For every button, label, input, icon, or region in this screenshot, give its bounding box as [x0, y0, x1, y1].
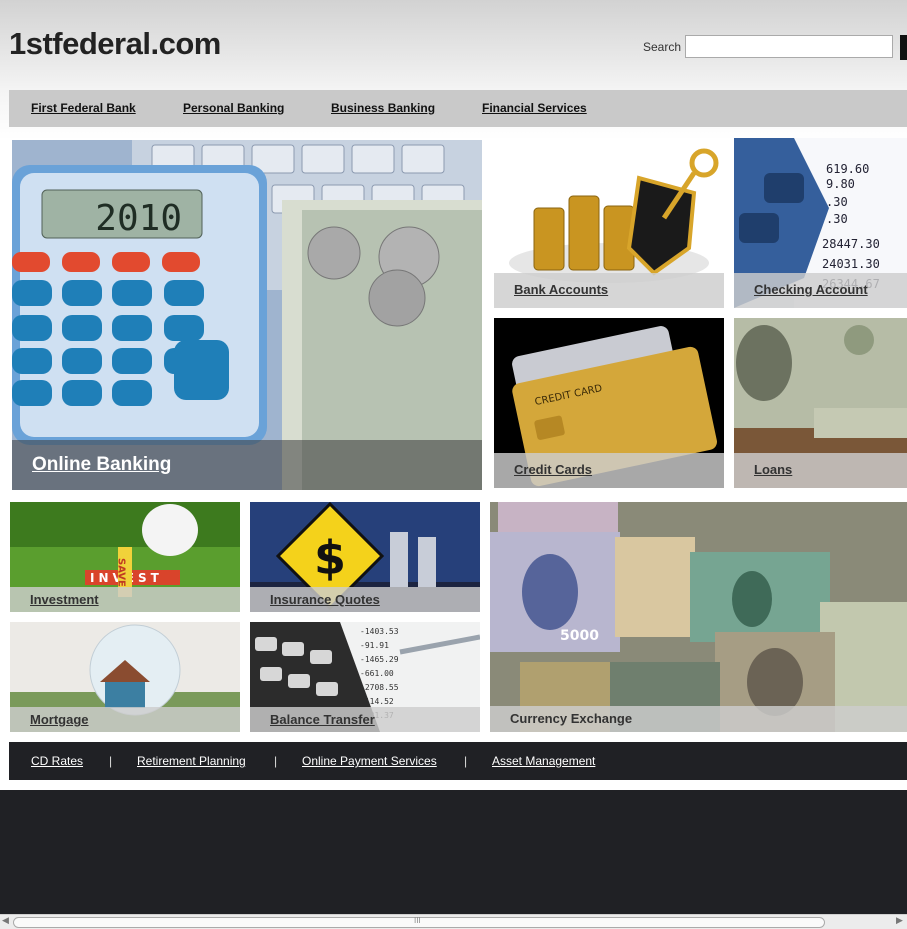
calculator-display-text: 2010	[95, 198, 182, 239]
insurance-quotes-link[interactable]: Insurance Quotes	[270, 592, 380, 607]
footer-links-bar: CD Rates | Retirement Planning | Online …	[9, 742, 907, 780]
nav-personal-banking[interactable]: Personal Banking	[183, 101, 284, 115]
svg-text:-91.91: -91.91	[360, 641, 389, 650]
balance-transfer-link[interactable]: Balance Transfer	[270, 712, 375, 727]
search-input[interactable]	[685, 35, 893, 58]
svg-text:619.60: 619.60	[826, 162, 869, 176]
footer-link-retirement-planning[interactable]: Retirement Planning	[137, 754, 246, 768]
loans-link[interactable]: Loans	[754, 462, 792, 477]
nav-business-banking[interactable]: Business Banking	[331, 101, 435, 115]
tile-insurance-quotes[interactable]: $ Insurance Quotes	[250, 502, 480, 612]
svg-text:$: $	[314, 531, 346, 585]
nav-first-federal-bank[interactable]: First Federal Bank	[31, 101, 136, 115]
scroll-right-icon[interactable]: ▶	[896, 915, 903, 926]
footer-link-cd-rates[interactable]: CD Rates	[31, 754, 83, 768]
footer-separator: |	[274, 754, 278, 768]
main-navigation: First Federal Bank Personal Banking Busi…	[9, 90, 907, 127]
tile-caption: Insurance Quotes	[250, 587, 480, 612]
svg-text:-1465.29: -1465.29	[360, 655, 399, 664]
search-label: Search	[643, 40, 682, 54]
checking-account-link[interactable]: Checking Account	[754, 282, 868, 297]
calculator-money-image: 2010	[12, 140, 482, 490]
scrollbar-thumb[interactable]: III	[13, 916, 825, 928]
investment-link[interactable]: Investment	[30, 592, 99, 607]
page-footer	[0, 790, 907, 914]
world-currency-image: 5000	[490, 502, 907, 732]
mortgage-link[interactable]: Mortgage	[30, 712, 89, 727]
currency-exchange-label: Currency Exchange	[510, 711, 633, 726]
svg-text:.30: .30	[826, 195, 848, 209]
nav-financial-services[interactable]: Financial Services	[482, 101, 587, 115]
horizontal-scrollbar[interactable]: ◀ III ▶	[0, 914, 907, 929]
bank-accounts-link[interactable]: Bank Accounts	[514, 282, 608, 297]
tile-currency-exchange[interactable]: 5000 Currency Exchange	[490, 502, 907, 732]
tile-online-banking[interactable]: 2010 Online Banking	[12, 140, 482, 490]
tile-bank-accounts[interactable]: Bank Accounts	[494, 138, 724, 308]
tile-balance-transfer[interactable]: -1403.53 -91.91 -1465.29 -661.00 -2708.5…	[250, 622, 480, 732]
footer-separator: |	[109, 754, 113, 768]
tile-caption: Mortgage	[10, 707, 240, 732]
footer-link-online-payment-services[interactable]: Online Payment Services	[302, 754, 437, 768]
svg-text:-2708.55: -2708.55	[360, 683, 399, 692]
svg-text:-661.00: -661.00	[360, 669, 394, 678]
credit-cards-link[interactable]: Credit Cards	[514, 462, 592, 477]
tile-mortgage[interactable]: Mortgage	[10, 622, 240, 732]
tile-caption: Bank Accounts	[494, 273, 724, 308]
svg-text:.30: .30	[826, 212, 848, 226]
tile-caption: Loans	[734, 453, 907, 488]
tile-caption: Investment	[10, 587, 240, 612]
svg-text:24031.30: 24031.30	[822, 257, 880, 271]
tile-caption: Credit Cards	[494, 453, 724, 488]
tile-loans[interactable]: Loans	[734, 318, 907, 488]
tile-caption: Online Banking	[12, 440, 482, 490]
scrollbar-grip: III	[414, 916, 421, 925]
save-blocks-text: SAVE	[116, 558, 127, 587]
tile-caption: Balance Transfer	[250, 707, 480, 732]
svg-text:9.80: 9.80	[826, 177, 855, 191]
tile-credit-cards[interactable]: CREDIT CARD Credit Cards	[494, 318, 724, 488]
online-banking-link[interactable]: Online Banking	[32, 454, 171, 476]
scroll-left-icon[interactable]: ◀	[2, 915, 9, 926]
svg-text:-1403.53: -1403.53	[360, 627, 399, 636]
svg-text:28447.30: 28447.30	[822, 237, 880, 251]
site-logo[interactable]: 1stfederal.com	[9, 26, 221, 62]
banknote-value-text: 5000	[560, 628, 599, 644]
footer-link-asset-management[interactable]: Asset Management	[492, 754, 595, 768]
tile-investment[interactable]: INVEST SAVE Investment	[10, 502, 240, 612]
footer-separator: |	[464, 754, 468, 768]
search-button[interactable]	[900, 35, 907, 60]
tile-caption: Checking Account	[734, 273, 907, 308]
tile-caption: Currency Exchange	[490, 706, 907, 732]
tile-checking-account[interactable]: 619.60 9.80 .30 .30 28447.30 24031.30 26…	[734, 138, 907, 308]
